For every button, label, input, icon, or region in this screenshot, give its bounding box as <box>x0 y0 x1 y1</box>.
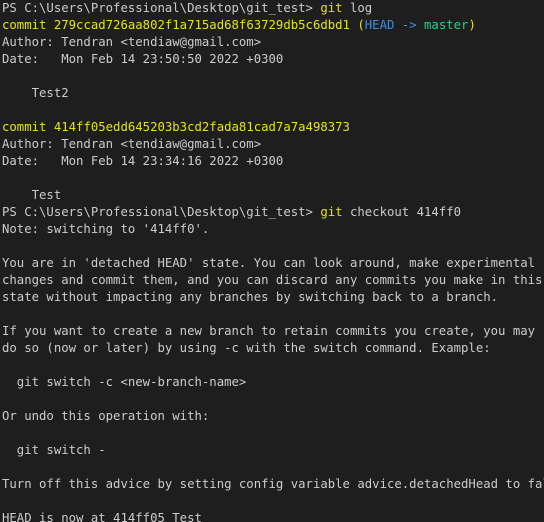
commit-prefix: commit <box>2 18 54 32</box>
commit-message: Test2 <box>2 86 69 100</box>
output-line: git switch - <box>2 443 106 457</box>
prompt-path: PS C:\Users\Professional\Desktop\git_tes… <box>2 1 321 15</box>
command-args: checkout 414ff0 <box>342 205 462 219</box>
output-line: Turn off this advice by setting config v… <box>2 477 544 491</box>
command-name: git <box>320 1 343 15</box>
command-args: log <box>342 1 373 15</box>
output-line: git switch -c <new-branch-name> <box>2 375 247 389</box>
output-line: do so (now or later) by using -c with th… <box>2 341 491 355</box>
output-line: Note: switching to '414ff0'. <box>2 222 210 236</box>
commit-hash: 414ff05edd645203b3cd2fada81cad7a7a498373 <box>53 120 350 134</box>
head-ref: HEAD -> <box>364 18 425 32</box>
commit-message: Test <box>2 188 62 202</box>
commit-hash: 279ccad726aa802f1a715ad68f63729db5c6dbd1 <box>53 18 350 32</box>
commit-author: Author: Tendran <tendiaw@gmail.com> <box>2 137 262 151</box>
terminal-window[interactable]: PS C:\Users\Professional\Desktop\git_tes… <box>0 0 544 522</box>
output-line: HEAD is now at 414ff05 Test <box>2 511 202 522</box>
ref-paren-close: ) <box>468 18 476 32</box>
commit-author: Author: Tendran <tendiaw@gmail.com> <box>2 35 262 49</box>
commit-date: Date: Mon Feb 14 23:34:16 2022 +0300 <box>2 154 284 168</box>
command-name: git <box>320 205 343 219</box>
prompt-line-git-checkout: PS C:\Users\Professional\Desktop\git_tes… <box>2 204 544 221</box>
commit-line: commit 279ccad726aa802f1a715ad68f63729db… <box>2 17 544 34</box>
commit-line: commit 414ff05edd645203b3cd2fada81cad7a7… <box>2 119 544 136</box>
prompt-line-git-log: PS C:\Users\Professional\Desktop\git_tes… <box>2 0 544 17</box>
prompt-path: PS C:\Users\Professional\Desktop\git_tes… <box>2 205 321 219</box>
output-line: Or undo this operation with: <box>2 409 210 423</box>
commit-prefix: commit <box>2 120 54 134</box>
branch-ref: master <box>424 18 469 32</box>
output-line: If you want to create a new branch to re… <box>2 324 536 338</box>
commit-date: Date: Mon Feb 14 23:50:50 2022 +0300 <box>2 52 284 66</box>
ref-paren-open: ( <box>349 18 365 32</box>
output-line: You are in 'detached HEAD' state. You ca… <box>2 256 536 270</box>
output-line: state without impacting any branches by … <box>2 290 499 304</box>
output-line: changes and commit them, and you can dis… <box>2 273 543 287</box>
